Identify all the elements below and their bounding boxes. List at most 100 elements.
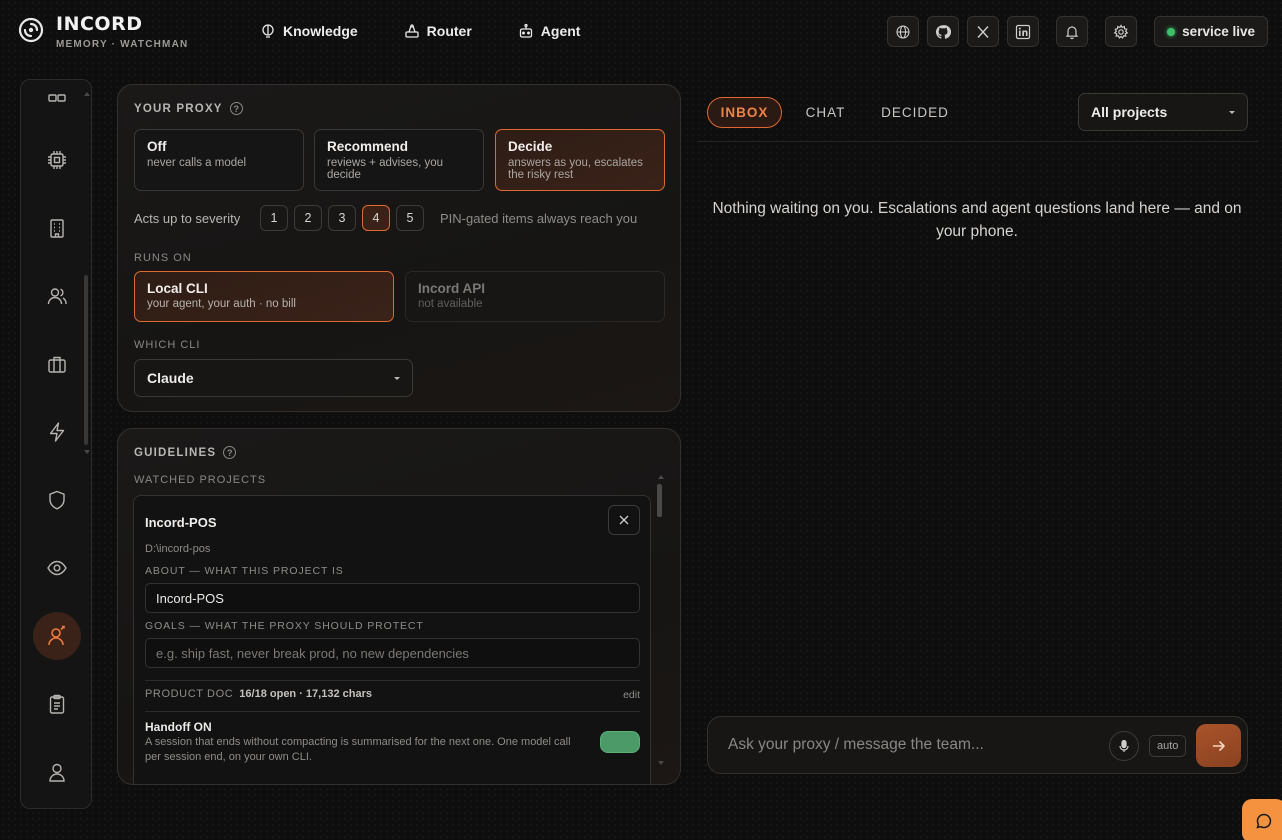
mode-recommend-title: Recommend — [327, 139, 409, 154]
goals-label: GOALS — WHAT THE PROXY SHOULD PROTECT — [145, 620, 424, 632]
incord-api-desc: not available — [418, 298, 483, 310]
project-name: Incord-POS — [145, 515, 217, 530]
which-cli-value: Claude — [147, 370, 194, 386]
severity-option-3[interactable]: 3 — [328, 205, 356, 231]
product-doc-row: PRODUCT DOC 16/18 open · 17,132 chars — [145, 688, 372, 700]
nav-router[interactable]: Router — [404, 20, 472, 42]
notifications-button[interactable] — [1056, 16, 1089, 47]
sidebar-item-bolt[interactable] — [33, 408, 81, 456]
auto-mode-chip[interactable]: auto — [1149, 735, 1187, 757]
severity-option-2[interactable]: 2 — [294, 205, 322, 231]
about-label: ABOUT — WHAT THIS PROJECT IS — [145, 565, 344, 577]
message-input[interactable] — [728, 733, 1098, 757]
github-icon — [936, 24, 952, 39]
router-icon — [405, 24, 419, 38]
sidebar-item-proxy[interactable] — [33, 612, 81, 660]
brand-subtitle: MEMORY · WATCHMAN — [56, 39, 189, 50]
sidebar-item-grid[interactable] — [33, 80, 81, 120]
sidebar-item-building[interactable] — [33, 204, 81, 252]
divider — [697, 141, 1259, 142]
voice-input-button[interactable] — [1109, 731, 1139, 761]
severity-label: Acts up to severity — [134, 211, 241, 226]
local-cli-desc: your agent, your auth · no bill — [147, 298, 296, 310]
nav-knowledge[interactable]: Knowledge — [260, 20, 358, 42]
runs-on-local-cli[interactable]: Local CLI your agent, your auth · no bil… — [134, 271, 394, 322]
support-chat-button[interactable] — [1242, 799, 1282, 840]
sidebar-item-users[interactable] — [33, 272, 81, 320]
mode-decide-desc: answers as you, escalates the risky rest — [508, 157, 643, 181]
remove-project-button[interactable] — [608, 505, 640, 535]
inbox-empty-message: Nothing waiting on you. Escalations and … — [712, 200, 1242, 240]
nav-agent[interactable]: Agent — [518, 20, 580, 42]
service-status-badge: service live — [1154, 16, 1268, 47]
severity-note: PIN-gated items always reach you — [440, 211, 638, 226]
nav-knowledge-label: Knowledge — [283, 23, 358, 39]
sidebar-item-chip[interactable] — [33, 136, 81, 184]
logo[interactable]: INCORD MEMORY · WATCHMAN — [16, 14, 188, 50]
shield-icon — [49, 490, 65, 510]
settings-button[interactable] — [1105, 16, 1138, 47]
runs-on-label: RUNS ON — [134, 252, 192, 264]
linkedin-icon — [1016, 24, 1031, 39]
x-icon — [977, 25, 989, 38]
help-icon[interactable]: ? — [223, 446, 237, 459]
divider — [145, 680, 640, 681]
microphone-icon — [1119, 739, 1129, 752]
sidebar-item-profile[interactable] — [33, 748, 81, 796]
guidelines-scroll-down[interactable] — [658, 761, 664, 765]
severity-option-4[interactable]: 4 — [362, 205, 390, 231]
building-icon — [50, 219, 64, 238]
guidelines-title: GUIDELINES ? — [134, 446, 237, 459]
tab-inbox[interactable]: INBOX — [707, 97, 782, 128]
guidelines-scroll-up[interactable] — [658, 475, 664, 479]
topbar-actions: service live — [887, 16, 1268, 47]
sidebar-scrollbar[interactable] — [84, 275, 88, 445]
which-cli-label: WHICH CLI — [134, 339, 201, 351]
project-filter-value: All projects — [1091, 104, 1168, 120]
mode-recommend[interactable]: Recommend reviews + advises, you decide — [314, 129, 484, 191]
guidelines-title-text: GUIDELINES — [134, 446, 217, 459]
mode-decide[interactable]: Decide answers as you, escalates the ris… — [495, 129, 665, 191]
severity-option-5[interactable]: 5 — [396, 205, 424, 231]
handoff-toggle[interactable] — [600, 731, 640, 753]
bell-icon — [1065, 25, 1079, 39]
tab-chat[interactable]: CHAT — [797, 97, 854, 128]
sidebar-scroll-up[interactable] — [84, 92, 90, 96]
user-icon — [49, 763, 65, 782]
github-button[interactable] — [927, 16, 960, 47]
which-cli-select[interactable]: Claude — [134, 359, 413, 397]
guidelines-scrollbar[interactable] — [657, 484, 662, 517]
send-button[interactable] — [1196, 724, 1241, 767]
incord-api-title: Incord API — [418, 281, 486, 296]
product-doc-label: PRODUCT DOC — [145, 688, 234, 700]
sidebar-item-briefcase[interactable] — [33, 340, 81, 388]
proxy-title-text: YOUR PROXY — [134, 102, 223, 115]
goals-input[interactable] — [145, 638, 640, 668]
divider — [145, 711, 640, 712]
mode-decide-title: Decide — [508, 139, 553, 154]
bulb-icon — [262, 24, 274, 38]
product-doc-stats: 16/18 open · 17,132 chars — [239, 688, 372, 700]
about-input[interactable] — [145, 583, 640, 613]
handoff-title: Handoff ON — [145, 720, 212, 734]
sidebar-item-clipboard[interactable] — [33, 680, 81, 728]
globe-button[interactable] — [887, 16, 920, 47]
project-filter-select[interactable]: All projects — [1078, 93, 1248, 131]
service-status-text: service live — [1182, 24, 1255, 39]
sidebar-scroll-down[interactable] — [84, 450, 90, 454]
sidebar-item-eye[interactable] — [33, 544, 81, 592]
project-path: D:\incord-pos — [145, 543, 211, 555]
product-doc-edit-link[interactable]: edit — [623, 689, 640, 701]
mode-off[interactable]: Off never calls a model — [134, 129, 304, 191]
proxy-title: YOUR PROXY ? — [134, 102, 243, 115]
linkedin-button[interactable] — [1007, 16, 1040, 47]
chip-icon — [48, 151, 66, 169]
x-button[interactable] — [967, 16, 1000, 47]
sidebar-item-shield[interactable] — [33, 476, 81, 524]
briefcase-icon — [48, 356, 66, 373]
guidelines-panel: GUIDELINES ? WATCHED PROJECTS Incord-POS… — [117, 428, 681, 785]
logo-swirl-icon — [18, 17, 44, 43]
help-icon[interactable]: ? — [229, 102, 243, 115]
severity-option-1[interactable]: 1 — [260, 205, 288, 231]
tab-decided[interactable]: DECIDED — [874, 97, 956, 128]
